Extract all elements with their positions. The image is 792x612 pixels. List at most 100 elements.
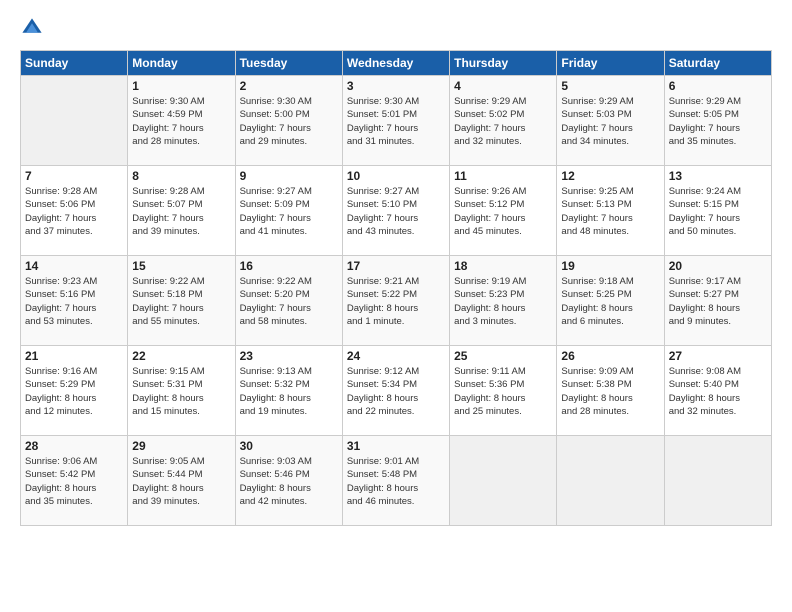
day-number: 23 — [240, 349, 338, 363]
day-cell: 10 Sunrise: 9:27 AMSunset: 5:10 PMDayligh… — [342, 166, 449, 256]
day-cell: 28 Sunrise: 9:06 AMSunset: 5:42 PMDayligh… — [21, 436, 128, 526]
day-header-monday: Monday — [128, 51, 235, 76]
week-row-3: 14 Sunrise: 9:23 AMSunset: 5:16 PMDayligh… — [21, 256, 772, 346]
logo-icon — [20, 16, 44, 40]
day-cell: 31 Sunrise: 9:01 AMSunset: 5:48 PMDayligh… — [342, 436, 449, 526]
day-info: Sunrise: 9:21 AMSunset: 5:22 PMDaylight:… — [347, 275, 445, 328]
day-cell — [557, 436, 664, 526]
day-cell: 22 Sunrise: 9:15 AMSunset: 5:31 PMDayligh… — [128, 346, 235, 436]
day-cell: 2Sunrise: 9:30 AMSunset: 5:00 PMDaylight… — [235, 76, 342, 166]
day-cell: 16 Sunrise: 9:22 AMSunset: 5:20 PMDayligh… — [235, 256, 342, 346]
week-row-5: 28 Sunrise: 9:06 AMSunset: 5:42 PMDayligh… — [21, 436, 772, 526]
day-info: Sunrise: 9:30 AMSunset: 5:00 PMDaylight:… — [240, 95, 338, 148]
day-header-wednesday: Wednesday — [342, 51, 449, 76]
day-number: 18 — [454, 259, 552, 273]
day-cell: 13 Sunrise: 9:24 AMSunset: 5:15 PMDayligh… — [664, 166, 771, 256]
day-info: Sunrise: 9:28 AMSunset: 5:07 PMDaylight:… — [132, 185, 230, 238]
day-number: 12 — [561, 169, 659, 183]
day-number: 31 — [347, 439, 445, 453]
calendar-table: SundayMondayTuesdayWednesdayThursdayFrid… — [20, 50, 772, 526]
day-cell — [450, 436, 557, 526]
day-info: Sunrise: 9:28 AMSunset: 5:06 PMDaylight:… — [25, 185, 123, 238]
day-info: Sunrise: 9:01 AMSunset: 5:48 PMDaylight:… — [347, 455, 445, 508]
day-info: Sunrise: 9:25 AMSunset: 5:13 PMDaylight:… — [561, 185, 659, 238]
day-cell: 23 Sunrise: 9:13 AMSunset: 5:32 PMDayligh… — [235, 346, 342, 436]
day-info: Sunrise: 9:13 AMSunset: 5:32 PMDaylight:… — [240, 365, 338, 418]
day-number: 5 — [561, 79, 659, 93]
header — [20, 16, 772, 40]
day-number: 3 — [347, 79, 445, 93]
day-info: Sunrise: 9:12 AMSunset: 5:34 PMDaylight:… — [347, 365, 445, 418]
day-number: 28 — [25, 439, 123, 453]
day-info: Sunrise: 9:09 AMSunset: 5:38 PMDaylight:… — [561, 365, 659, 418]
day-number: 9 — [240, 169, 338, 183]
day-cell: 1 Sunrise: 9:30 AMSunset: 4:59 PMDaylight… — [128, 76, 235, 166]
day-number: 11 — [454, 169, 552, 183]
day-cell: 9 Sunrise: 9:27 AMSunset: 5:09 PMDaylight… — [235, 166, 342, 256]
day-cell: 15 Sunrise: 9:22 AMSunset: 5:18 PMDayligh… — [128, 256, 235, 346]
day-number: 29 — [132, 439, 230, 453]
day-number: 10 — [347, 169, 445, 183]
day-info: Sunrise: 9:27 AMSunset: 5:09 PMDaylight:… — [240, 185, 338, 238]
day-number: 1 — [132, 79, 230, 93]
page: SundayMondayTuesdayWednesdayThursdayFrid… — [0, 0, 792, 612]
day-number: 24 — [347, 349, 445, 363]
day-number: 4 — [454, 79, 552, 93]
week-row-4: 21Sunrise: 9:16 AMSunset: 5:29 PMDayligh… — [21, 346, 772, 436]
day-cell: 30 Sunrise: 9:03 AMSunset: 5:46 PMDayligh… — [235, 436, 342, 526]
day-info: Sunrise: 9:29 AMSunset: 5:05 PMDaylight:… — [669, 95, 767, 148]
day-info: Sunrise: 9:06 AMSunset: 5:42 PMDaylight:… — [25, 455, 123, 508]
day-cell — [21, 76, 128, 166]
day-cell: 8 Sunrise: 9:28 AMSunset: 5:07 PMDaylight… — [128, 166, 235, 256]
day-info: Sunrise: 9:18 AMSunset: 5:25 PMDaylight:… — [561, 275, 659, 328]
day-cell: 7 Sunrise: 9:28 AMSunset: 5:06 PMDaylight… — [21, 166, 128, 256]
day-cell: 20Sunrise: 9:17 AMSunset: 5:27 PMDayligh… — [664, 256, 771, 346]
day-cell: 17 Sunrise: 9:21 AMSunset: 5:22 PMDayligh… — [342, 256, 449, 346]
day-info: Sunrise: 9:16 AMSunset: 5:29 PMDaylight:… — [25, 365, 123, 418]
day-cell: 27 Sunrise: 9:08 AMSunset: 5:40 PMDayligh… — [664, 346, 771, 436]
day-number: 27 — [669, 349, 767, 363]
day-header-tuesday: Tuesday — [235, 51, 342, 76]
day-info: Sunrise: 9:29 AMSunset: 5:03 PMDaylight:… — [561, 95, 659, 148]
day-number: 13 — [669, 169, 767, 183]
day-info: Sunrise: 9:03 AMSunset: 5:46 PMDaylight:… — [240, 455, 338, 508]
week-row-2: 7 Sunrise: 9:28 AMSunset: 5:06 PMDaylight… — [21, 166, 772, 256]
day-number: 7 — [25, 169, 123, 183]
day-info: Sunrise: 9:11 AMSunset: 5:36 PMDaylight:… — [454, 365, 552, 418]
day-number: 16 — [240, 259, 338, 273]
day-info: Sunrise: 9:22 AMSunset: 5:18 PMDaylight:… — [132, 275, 230, 328]
day-info: Sunrise: 9:30 AMSunset: 4:59 PMDaylight:… — [132, 95, 230, 148]
day-cell: 11 Sunrise: 9:26 AMSunset: 5:12 PMDayligh… — [450, 166, 557, 256]
day-cell: 26 Sunrise: 9:09 AMSunset: 5:38 PMDayligh… — [557, 346, 664, 436]
day-cell: 29 Sunrise: 9:05 AMSunset: 5:44 PMDayligh… — [128, 436, 235, 526]
day-info: Sunrise: 9:05 AMSunset: 5:44 PMDaylight:… — [132, 455, 230, 508]
day-info: Sunrise: 9:26 AMSunset: 5:12 PMDaylight:… — [454, 185, 552, 238]
day-number: 14 — [25, 259, 123, 273]
day-info: Sunrise: 9:08 AMSunset: 5:40 PMDaylight:… — [669, 365, 767, 418]
day-info: Sunrise: 9:22 AMSunset: 5:20 PMDaylight:… — [240, 275, 338, 328]
day-header-thursday: Thursday — [450, 51, 557, 76]
day-number: 15 — [132, 259, 230, 273]
day-cell: 18Sunrise: 9:19 AMSunset: 5:23 PMDayligh… — [450, 256, 557, 346]
day-cell: 14 Sunrise: 9:23 AMSunset: 5:16 PMDayligh… — [21, 256, 128, 346]
day-number: 22 — [132, 349, 230, 363]
day-number: 8 — [132, 169, 230, 183]
day-header-friday: Friday — [557, 51, 664, 76]
day-header-saturday: Saturday — [664, 51, 771, 76]
day-number: 26 — [561, 349, 659, 363]
day-cell: 3Sunrise: 9:30 AMSunset: 5:01 PMDaylight… — [342, 76, 449, 166]
day-info: Sunrise: 9:15 AMSunset: 5:31 PMDaylight:… — [132, 365, 230, 418]
day-number: 30 — [240, 439, 338, 453]
day-info: Sunrise: 9:27 AMSunset: 5:10 PMDaylight:… — [347, 185, 445, 238]
days-header-row: SundayMondayTuesdayWednesdayThursdayFrid… — [21, 51, 772, 76]
day-cell: 6Sunrise: 9:29 AMSunset: 5:05 PMDaylight… — [664, 76, 771, 166]
day-cell: 21Sunrise: 9:16 AMSunset: 5:29 PMDayligh… — [21, 346, 128, 436]
day-number: 17 — [347, 259, 445, 273]
day-cell: 19Sunrise: 9:18 AMSunset: 5:25 PMDayligh… — [557, 256, 664, 346]
day-info: Sunrise: 9:23 AMSunset: 5:16 PMDaylight:… — [25, 275, 123, 328]
day-info: Sunrise: 9:24 AMSunset: 5:15 PMDaylight:… — [669, 185, 767, 238]
day-info: Sunrise: 9:29 AMSunset: 5:02 PMDaylight:… — [454, 95, 552, 148]
week-row-1: 1 Sunrise: 9:30 AMSunset: 4:59 PMDaylight… — [21, 76, 772, 166]
day-cell: 24 Sunrise: 9:12 AMSunset: 5:34 PMDayligh… — [342, 346, 449, 436]
day-cell: 4 Sunrise: 9:29 AMSunset: 5:02 PMDaylight… — [450, 76, 557, 166]
